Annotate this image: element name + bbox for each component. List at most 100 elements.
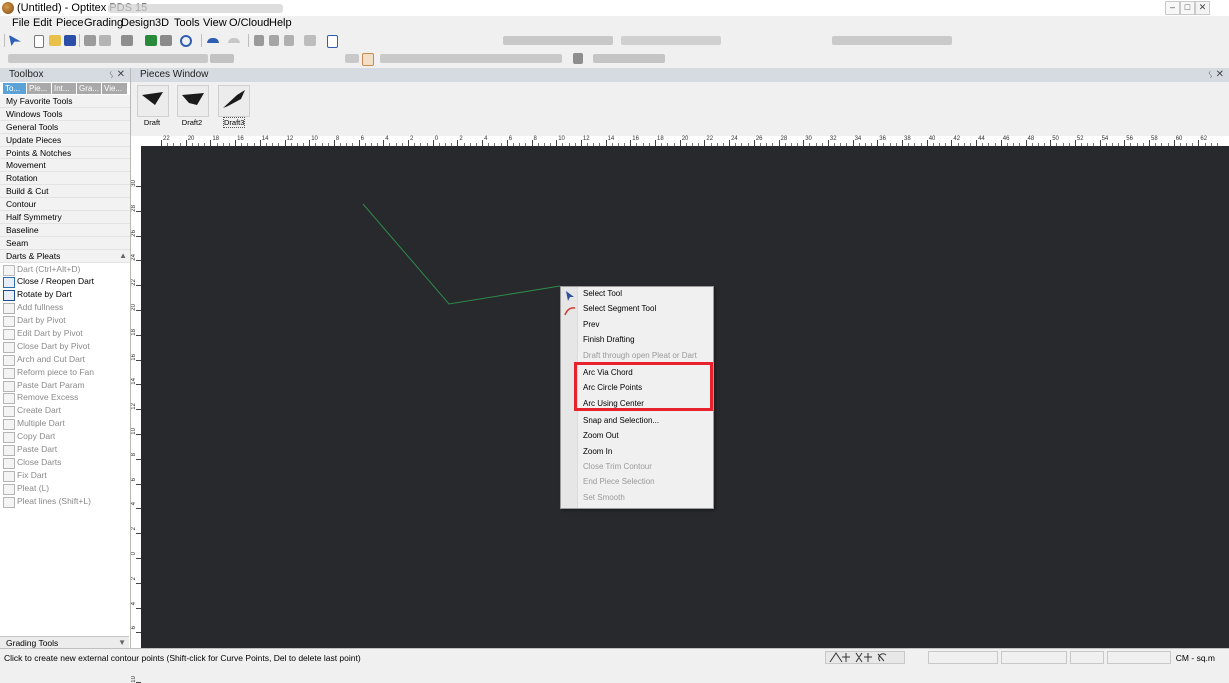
- toolbox-section-item[interactable]: General Tools: [0, 120, 130, 134]
- menu-ocloud[interactable]: O/Cloud: [229, 17, 269, 29]
- context-menu-item[interactable]: Select Segment Tool: [583, 304, 656, 313]
- tool-item[interactable]: Remove Excess: [0, 391, 130, 405]
- maximize-icon[interactable]: □: [1180, 1, 1195, 15]
- piece-thumb-draft2[interactable]: [177, 85, 209, 117]
- pin-icon[interactable]: ᛊ: [109, 68, 114, 82]
- section-grading-tools[interactable]: Grading Tools ▼: [0, 636, 129, 648]
- save-icon[interactable]: [64, 35, 76, 46]
- undo-icon[interactable]: [207, 38, 219, 43]
- chevron-up-icon[interactable]: ▲: [119, 250, 127, 263]
- context-menu-item[interactable]: Draft through open Pleat or Dart: [583, 351, 697, 360]
- view-tools-toolbar[interactable]: [593, 54, 665, 63]
- tab-tools[interactable]: To...: [3, 83, 26, 94]
- close-icon[interactable]: ✕: [117, 68, 125, 82]
- tool-item[interactable]: Close Dart by Pivot: [0, 340, 130, 353]
- tool-item[interactable]: Copy Dart: [0, 430, 130, 444]
- tool-item[interactable]: Dart (Ctrl+Alt+D): [0, 263, 130, 276]
- tool-item[interactable]: Close / Reopen Dart: [0, 275, 130, 289]
- context-menu-item[interactable]: Finish Drafting: [583, 335, 635, 344]
- marker-toolbar[interactable]: [832, 36, 952, 45]
- tool-item[interactable]: Multiple Dart: [0, 417, 130, 431]
- toolbox-section-item[interactable]: Baseline: [0, 223, 130, 237]
- toolbox-section-item[interactable]: Movement: [0, 159, 130, 173]
- tool-item[interactable]: Create Dart: [0, 404, 130, 418]
- menu-view[interactable]: View: [203, 17, 227, 29]
- print-piece-icon[interactable]: [573, 53, 583, 64]
- tool-item[interactable]: Close Darts: [0, 456, 130, 469]
- toolbox-section-item[interactable]: Update Pieces: [0, 133, 130, 147]
- properties-icon[interactable]: [304, 35, 316, 46]
- toolbox-section-item[interactable]: Half Symmetry: [0, 211, 130, 224]
- pin-icon[interactable]: ᛊ: [1208, 68, 1213, 82]
- menu-help[interactable]: Help: [269, 17, 292, 29]
- plot-icon[interactable]: [121, 35, 133, 46]
- context-menu-item[interactable]: Zoom Out: [583, 431, 619, 440]
- dart-tool-icon: [3, 419, 15, 431]
- snap-mode-icons[interactable]: [825, 651, 905, 664]
- toolbox-section-item[interactable]: Contour: [0, 198, 130, 212]
- mannequin-icon[interactable]: [362, 53, 374, 66]
- zoom-icon[interactable]: [180, 35, 192, 47]
- menu-design[interactable]: Design: [121, 17, 155, 29]
- select-arrow-icon[interactable]: [9, 35, 21, 46]
- menu-grading[interactable]: Grading: [84, 17, 123, 29]
- piece-tool-icon[interactable]: [345, 54, 359, 63]
- menu-3d[interactable]: 3D: [155, 17, 169, 29]
- piece-tools-toolbar[interactable]: [380, 54, 562, 63]
- redo-icon[interactable]: [228, 38, 240, 43]
- menu-tools[interactable]: Tools: [174, 17, 200, 29]
- toolbox-section-item[interactable]: Points & Notches: [0, 146, 130, 160]
- toolbox-section-item[interactable]: Seam: [0, 236, 130, 250]
- copy-icon[interactable]: [269, 35, 279, 46]
- context-menu-item[interactable]: Set Smooth: [583, 493, 625, 502]
- tool-item[interactable]: Edit Dart by Pivot: [0, 327, 130, 341]
- piece-thumb-draft[interactable]: [137, 85, 169, 117]
- tool-item[interactable]: Add fullness: [0, 301, 130, 315]
- context-menu-item[interactable]: Snap and Selection...: [583, 416, 659, 425]
- tool-item[interactable]: Pleat lines (Shift+L): [0, 495, 130, 508]
- menu-edit[interactable]: Edit: [33, 17, 52, 29]
- print-icon[interactable]: [84, 35, 96, 46]
- new-file-icon[interactable]: [34, 35, 44, 48]
- toolbox-section-item[interactable]: Build & Cut: [0, 185, 130, 199]
- tool-item[interactable]: Rotate by Dart: [0, 288, 130, 302]
- help-icon[interactable]: [327, 35, 338, 48]
- toolbox-section-item[interactable]: Windows Tools: [0, 107, 130, 121]
- excel-export-icon[interactable]: [145, 35, 157, 46]
- close-icon[interactable]: ✕: [1195, 1, 1210, 15]
- cut-icon[interactable]: [254, 35, 264, 46]
- toolbox-section-item[interactable]: Rotation: [0, 172, 130, 186]
- open-folder-icon[interactable]: [49, 35, 61, 46]
- layout-icon[interactable]: [160, 35, 172, 46]
- geometry-toolbar[interactable]: [503, 36, 613, 45]
- tool-item[interactable]: Arch and Cut Dart: [0, 353, 130, 366]
- tool-item[interactable]: Dart by Pivot: [0, 314, 130, 328]
- print-preview-icon[interactable]: [99, 35, 111, 46]
- tool-item[interactable]: Pleat (L): [0, 482, 130, 495]
- context-menu-item[interactable]: Zoom In: [583, 447, 612, 456]
- grading-toolbar[interactable]: [621, 36, 721, 45]
- menu-file[interactable]: File: [12, 17, 30, 29]
- close-icon[interactable]: ✕: [1216, 68, 1224, 82]
- context-menu-item[interactable]: End Piece Selection: [583, 477, 655, 486]
- context-menu-item[interactable]: Prev: [583, 320, 599, 329]
- toolbox-section-item[interactable]: My Favorite Tools: [0, 95, 130, 108]
- tool-item[interactable]: Paste Dart Param: [0, 379, 130, 392]
- paste-icon[interactable]: [284, 35, 294, 46]
- context-menu-item[interactable]: Close Trim Contour: [583, 462, 652, 471]
- tool-item[interactable]: Reform piece to Fan: [0, 366, 130, 379]
- tab-pieces[interactable]: Pie...: [27, 83, 51, 94]
- tab-interactive[interactable]: Int...: [52, 83, 76, 94]
- dart-tool-icon: [3, 367, 15, 379]
- context-menu-item[interactable]: Select Tool: [583, 289, 622, 298]
- drawing-tools-toolbar[interactable]: [8, 54, 208, 63]
- tab-grading[interactable]: Gra...: [77, 83, 101, 94]
- minimize-icon[interactable]: –: [1165, 1, 1180, 15]
- menu-piece[interactable]: Piece: [56, 17, 84, 29]
- toolbox-section-item[interactable]: Darts & Pleats ▲: [0, 249, 130, 263]
- piece-thumb-draft3[interactable]: [218, 85, 250, 117]
- tool-item[interactable]: Fix Dart: [0, 469, 130, 482]
- tool-item[interactable]: Paste Dart: [0, 443, 130, 457]
- shape-tools-toolbar[interactable]: [210, 54, 234, 63]
- tab-view[interactable]: Vie...: [102, 83, 127, 94]
